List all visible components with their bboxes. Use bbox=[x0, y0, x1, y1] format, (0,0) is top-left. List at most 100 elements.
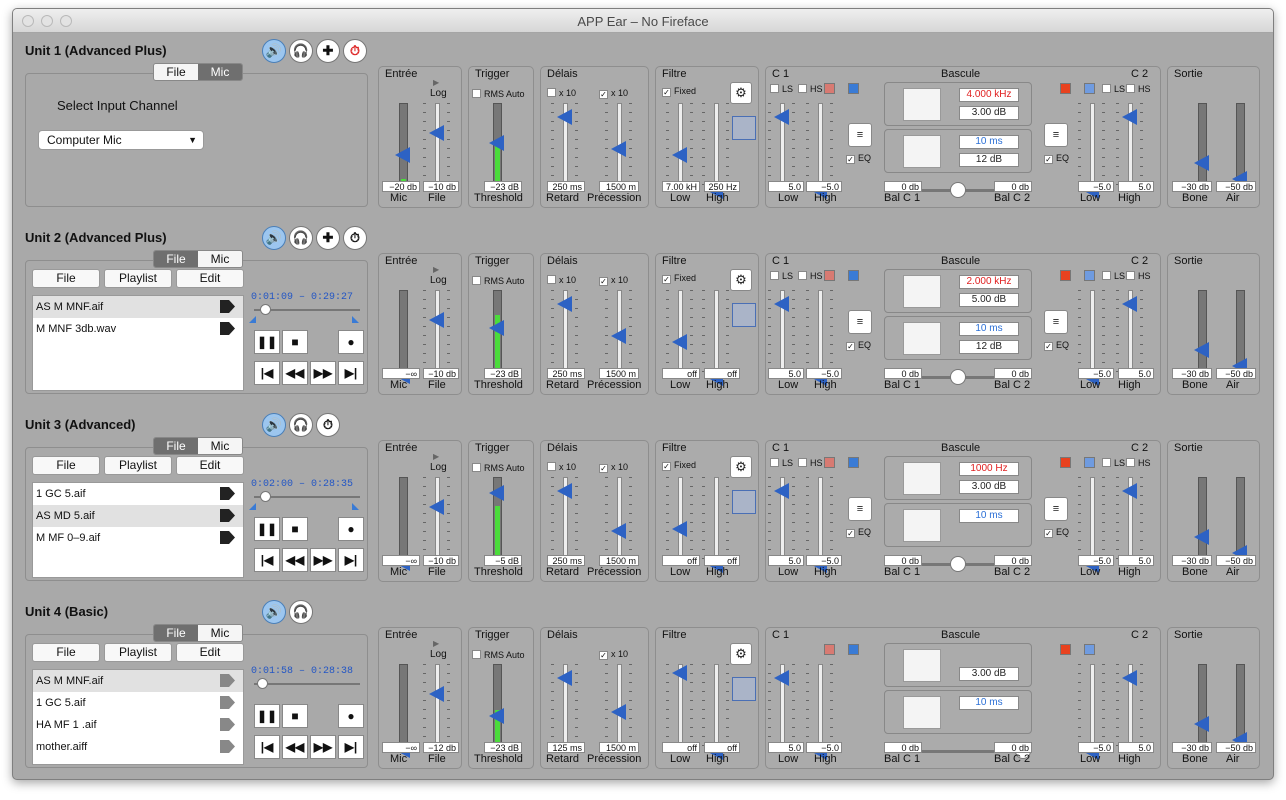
source-toggle[interactable]: File Mic bbox=[153, 63, 243, 81]
playlist-item[interactable]: 1 GC 5.aif bbox=[33, 483, 243, 505]
retard-thumb[interactable] bbox=[557, 109, 572, 125]
c2-ls-checkbox[interactable]: LS bbox=[1102, 271, 1125, 281]
record-button[interactable]: ● bbox=[338, 330, 364, 354]
bone-level-thumb[interactable] bbox=[1194, 529, 1209, 545]
retard-thumb[interactable] bbox=[557, 670, 572, 686]
source-file-tab[interactable]: File bbox=[154, 625, 198, 641]
c1-hs-checkbox[interactable]: HS bbox=[798, 271, 823, 281]
stop-button[interactable]: ■ bbox=[282, 330, 308, 354]
headphones-button[interactable]: 🎧 bbox=[289, 226, 313, 250]
edit-button[interactable]: Edit bbox=[176, 643, 244, 662]
precession-thumb[interactable] bbox=[611, 704, 626, 720]
c2-high-thumb[interactable] bbox=[1122, 109, 1137, 125]
source-mic-tab[interactable]: Mic bbox=[198, 625, 242, 641]
c2-eq-checkbox[interactable]: ✓ EQ bbox=[1044, 340, 1069, 351]
rms-auto-checkbox[interactable]: RMS Auto bbox=[472, 89, 525, 99]
threshold-thumb[interactable] bbox=[489, 320, 504, 336]
retard-x10-checkbox[interactable]: x 10 bbox=[547, 275, 576, 285]
crossover-frequency-value[interactable]: 1000 Hz bbox=[959, 462, 1019, 476]
c1-blue-color-icon[interactable] bbox=[848, 457, 859, 468]
timer-button[interactable]: ⏱ bbox=[343, 39, 367, 63]
loop-end-marker[interactable] bbox=[352, 316, 359, 323]
c1-eq-checkbox[interactable]: ✓ EQ bbox=[846, 527, 871, 538]
crossover-gain-value[interactable]: 3.00 dB bbox=[959, 667, 1019, 681]
source-file-tab[interactable]: File bbox=[154, 438, 198, 454]
c2-eq-icon[interactable]: ≡ bbox=[1044, 310, 1068, 334]
fixed-checkbox[interactable]: ✓ Fixed bbox=[662, 86, 696, 97]
c2-red-color-icon[interactable] bbox=[1060, 83, 1071, 94]
stop-button[interactable]: ■ bbox=[282, 704, 308, 728]
playback-position-slider[interactable] bbox=[254, 678, 360, 689]
bone-level-thumb[interactable] bbox=[1194, 155, 1209, 171]
source-toggle[interactable]: File Mic bbox=[153, 250, 243, 268]
fixed-checkbox[interactable]: ✓ Fixed bbox=[662, 460, 696, 471]
c2-hs-checkbox[interactable]: HS bbox=[1126, 84, 1151, 94]
tag-icon[interactable] bbox=[220, 718, 235, 731]
c1-eq-icon[interactable]: ≡ bbox=[848, 123, 872, 147]
fast-forward-button[interactable]: ▶▶ bbox=[310, 548, 336, 572]
skip-forward-button[interactable]: ▶| bbox=[338, 361, 364, 385]
threshold-thumb[interactable] bbox=[489, 485, 504, 501]
playlist-item[interactable]: AS M MNF.aif bbox=[33, 296, 243, 318]
file-gain-thumb[interactable] bbox=[429, 125, 444, 141]
threshold-thumb[interactable] bbox=[489, 708, 504, 724]
gear-icon[interactable]: ⚙ bbox=[730, 269, 752, 291]
plus-button[interactable]: ✚ bbox=[316, 226, 340, 250]
crossover-time-db-value[interactable]: 12 dB bbox=[959, 153, 1019, 167]
rewind-button[interactable]: ◀◀ bbox=[282, 735, 308, 759]
playlist-item[interactable]: M MF 0–9.aif bbox=[33, 527, 243, 549]
c1-blue-color-icon[interactable] bbox=[848, 644, 859, 655]
precession-thumb[interactable] bbox=[611, 328, 626, 344]
loop-start-marker[interactable] bbox=[249, 503, 256, 510]
record-button[interactable]: ● bbox=[338, 704, 364, 728]
headphones-button[interactable]: 🎧 bbox=[289, 413, 313, 437]
c1-eq-icon[interactable]: ≡ bbox=[848, 310, 872, 334]
log-label[interactable]: Log bbox=[430, 275, 447, 286]
headphones-button[interactable]: 🎧 bbox=[289, 39, 313, 63]
c1-ls-checkbox[interactable]: LS bbox=[770, 84, 793, 94]
tag-icon[interactable] bbox=[220, 740, 235, 753]
record-button[interactable]: ● bbox=[338, 517, 364, 541]
crossover-frequency-value[interactable]: 2.000 kHz bbox=[959, 275, 1019, 289]
tag-icon[interactable] bbox=[220, 531, 235, 544]
retard-thumb[interactable] bbox=[557, 296, 572, 312]
low-cut-thumb[interactable] bbox=[672, 521, 687, 537]
c1-eq-icon[interactable]: ≡ bbox=[848, 497, 872, 521]
skip-forward-button[interactable]: ▶| bbox=[338, 548, 364, 572]
crossover-time-db-value[interactable]: 12 dB bbox=[959, 340, 1019, 354]
playlist-item[interactable]: HA MF 1 .aif bbox=[33, 714, 243, 736]
playback-position-thumb[interactable] bbox=[257, 678, 268, 689]
source-mic-tab[interactable]: Mic bbox=[198, 251, 242, 267]
source-mic-tab[interactable]: Mic bbox=[198, 438, 242, 454]
pause-button[interactable]: ❚❚ bbox=[254, 517, 280, 541]
crossover-gain-value[interactable]: 3.00 dB bbox=[959, 106, 1019, 120]
balance-thumb[interactable] bbox=[950, 182, 966, 198]
c1-low-thumb[interactable] bbox=[774, 109, 789, 125]
c2-red-color-icon[interactable] bbox=[1060, 457, 1071, 468]
file-button[interactable]: File bbox=[32, 643, 100, 662]
c2-blue-color-icon[interactable] bbox=[1084, 457, 1095, 468]
tag-icon[interactable] bbox=[220, 300, 235, 313]
loop-end-marker[interactable] bbox=[352, 503, 359, 510]
precession-x10-checkbox[interactable]: ✓ x 10 bbox=[599, 462, 628, 473]
speaker-button[interactable]: 🔊 bbox=[262, 39, 286, 63]
bone-level-thumb[interactable] bbox=[1194, 342, 1209, 358]
file-gain-thumb[interactable] bbox=[429, 499, 444, 515]
plus-button[interactable]: ✚ bbox=[316, 39, 340, 63]
source-file-tab[interactable]: File bbox=[154, 64, 198, 80]
bone-level-thumb[interactable] bbox=[1194, 716, 1209, 732]
c1-ls-checkbox[interactable]: LS bbox=[770, 458, 793, 468]
retard-x10-checkbox[interactable]: x 10 bbox=[547, 462, 576, 472]
rms-auto-checkbox[interactable]: RMS Auto bbox=[472, 463, 525, 473]
balance-thumb[interactable] bbox=[950, 556, 966, 572]
c2-eq-icon[interactable]: ≡ bbox=[1044, 123, 1068, 147]
fixed-checkbox[interactable]: ✓ Fixed bbox=[662, 273, 696, 284]
playlist[interactable]: AS M MNF.aif M MNF 3db.wav bbox=[32, 295, 244, 391]
file-button[interactable]: File bbox=[32, 456, 100, 475]
tag-icon[interactable] bbox=[220, 322, 235, 335]
c2-red-color-icon[interactable] bbox=[1060, 644, 1071, 655]
skip-back-button[interactable]: |◀ bbox=[254, 361, 280, 385]
c1-red-color-icon[interactable] bbox=[824, 644, 835, 655]
low-cut-thumb[interactable] bbox=[672, 147, 687, 163]
source-mic-tab[interactable]: Mic bbox=[198, 64, 242, 80]
